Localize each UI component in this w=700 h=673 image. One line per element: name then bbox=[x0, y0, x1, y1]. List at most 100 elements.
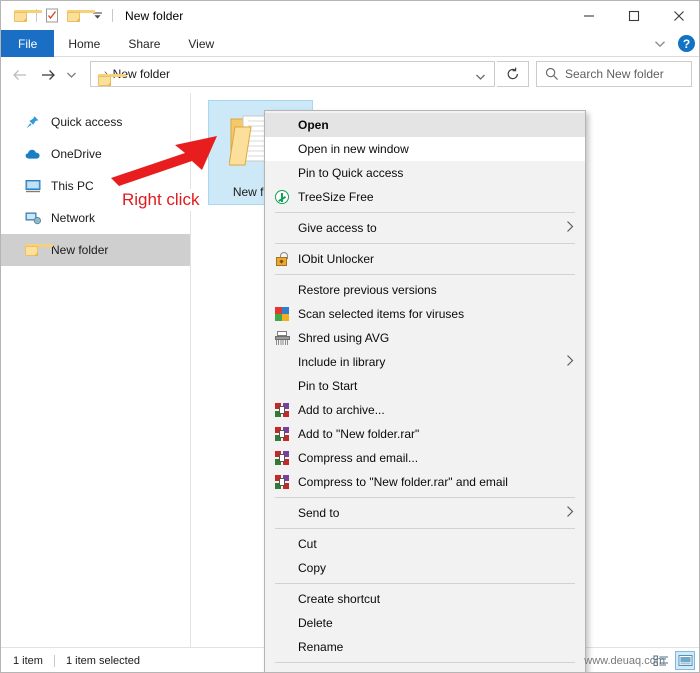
divider bbox=[53, 654, 55, 667]
menu-item-label: Pin to Quick access bbox=[298, 166, 404, 180]
menu-item-open[interactable]: Open bbox=[265, 113, 585, 137]
system-menu-folder-icon[interactable] bbox=[10, 5, 42, 27]
menu-separator bbox=[275, 528, 575, 529]
new-folder-icon[interactable] bbox=[63, 5, 95, 27]
padlock-icon bbox=[274, 251, 290, 267]
menu-item-label: Send to bbox=[298, 506, 340, 520]
back-button[interactable] bbox=[7, 61, 34, 89]
menu-item-iobit-unlocker[interactable]: IObit Unlocker bbox=[265, 247, 585, 271]
recent-locations-chevron-icon[interactable] bbox=[61, 61, 81, 89]
menu-item-label: Give access to bbox=[298, 221, 377, 235]
menu-item-treesize-free[interactable]: TreeSize Free bbox=[265, 185, 585, 209]
menu-item-label: Scan selected items for viruses bbox=[298, 307, 465, 321]
context-menu: Open Open in new window Pin to Quick acc… bbox=[264, 110, 586, 672]
winrar-icon bbox=[274, 402, 290, 418]
menu-item-add-to-archive[interactable]: Add to archive... bbox=[265, 398, 585, 422]
shredder-icon bbox=[274, 330, 290, 346]
chevron-down-icon[interactable] bbox=[652, 36, 668, 52]
menu-item-rename[interactable]: Rename bbox=[265, 635, 585, 659]
menu-separator bbox=[275, 212, 575, 213]
red-arrow-icon bbox=[111, 136, 217, 186]
search-input[interactable]: Search New folder bbox=[565, 67, 664, 81]
properties-checklist-icon[interactable] bbox=[40, 5, 63, 27]
ribbon-tabs: File Home Share View bbox=[1, 30, 699, 57]
menu-item-label: Open bbox=[298, 118, 329, 132]
menu-item-label: Include in library bbox=[298, 355, 386, 369]
large-icons-view-icon[interactable] bbox=[675, 651, 695, 670]
menu-separator bbox=[275, 662, 575, 663]
menu-item-label: Compress and email... bbox=[298, 451, 419, 465]
winrar-icon bbox=[274, 450, 290, 466]
file-explorer-window: New folder File Home Share View ? New fo… bbox=[0, 0, 700, 673]
menu-item-label: Open in new window bbox=[298, 142, 409, 156]
cloud-icon bbox=[25, 146, 43, 162]
menu-item-label: Add to "New folder.rar" bbox=[298, 427, 420, 441]
monitor-icon bbox=[25, 178, 43, 194]
menu-item-label: Create shortcut bbox=[298, 592, 381, 606]
menu-item-properties[interactable]: Properties bbox=[265, 666, 585, 672]
menu-item-label: Compress to "New folder.rar" and email bbox=[298, 475, 508, 489]
title-bar: New folder bbox=[1, 1, 699, 30]
menu-item-compress-to-named-rar-and-email[interactable]: Compress to "New folder.rar" and email bbox=[265, 470, 585, 494]
customize-quick-access-chevron-icon[interactable] bbox=[86, 5, 109, 27]
menu-item-pin-to-start[interactable]: Pin to Start bbox=[265, 374, 585, 398]
menu-item-label: Add to archive... bbox=[298, 403, 385, 417]
menu-item-send-to[interactable]: Send to bbox=[265, 501, 585, 525]
menu-separator bbox=[275, 583, 575, 584]
divider bbox=[112, 9, 113, 22]
help-icon[interactable]: ? bbox=[678, 35, 695, 52]
menu-item-label: TreeSize Free bbox=[298, 190, 374, 204]
menu-item-delete[interactable]: Delete bbox=[265, 611, 585, 635]
menu-item-include-in-library[interactable]: Include in library bbox=[265, 350, 585, 374]
maximize-button[interactable] bbox=[611, 1, 656, 30]
chevron-right-icon bbox=[566, 506, 574, 521]
sidebar-item-new-folder[interactable]: New folder bbox=[1, 234, 190, 266]
avg-shield-icon bbox=[274, 306, 290, 322]
sidebar-item-label: This PC bbox=[51, 179, 94, 193]
menu-item-open-in-new-window[interactable]: Open in new window bbox=[265, 137, 585, 161]
tab-home[interactable]: Home bbox=[54, 30, 114, 57]
sidebar-item-label: New folder bbox=[51, 243, 109, 257]
menu-item-create-shortcut[interactable]: Create shortcut bbox=[265, 587, 585, 611]
menu-item-give-access-to[interactable]: Give access to bbox=[265, 216, 585, 240]
menu-item-copy[interactable]: Copy bbox=[265, 556, 585, 580]
chevron-right-icon bbox=[566, 355, 574, 370]
window-controls bbox=[566, 1, 699, 30]
address-bar[interactable]: › New folder bbox=[90, 61, 495, 87]
search-box[interactable]: Search New folder bbox=[536, 61, 692, 87]
menu-separator bbox=[275, 243, 575, 244]
menu-item-label: Restore previous versions bbox=[298, 283, 437, 297]
menu-item-label: Copy bbox=[298, 561, 327, 575]
status-selection: 1 item selected bbox=[65, 654, 140, 667]
winrar-icon bbox=[274, 426, 290, 442]
tab-view[interactable]: View bbox=[174, 30, 228, 57]
sidebar-item-label: Network bbox=[51, 211, 96, 225]
menu-item-shred-using-avg[interactable]: Shred using AVG bbox=[265, 326, 585, 350]
status-item-count: 1 item bbox=[13, 654, 43, 667]
menu-item-restore-previous-versions[interactable]: Restore previous versions bbox=[265, 278, 585, 302]
minimize-button[interactable] bbox=[566, 1, 611, 30]
tab-file[interactable]: File bbox=[1, 30, 55, 57]
forward-button[interactable] bbox=[34, 61, 61, 89]
ribbon-right-controls: ? bbox=[652, 30, 695, 57]
menu-item-compress-and-email[interactable]: Compress and email... bbox=[265, 446, 585, 470]
menu-item-pin-to-quick-access[interactable]: Pin to Quick access bbox=[265, 161, 585, 185]
menu-item-scan-for-viruses[interactable]: Scan selected items for viruses bbox=[265, 302, 585, 326]
menu-item-label: Shred using AVG bbox=[298, 331, 390, 345]
ribbon-tab-bar: File Home Share View ? bbox=[1, 30, 699, 57]
sidebar-item-label: Quick access bbox=[51, 115, 123, 129]
address-dropdown-chevron-icon[interactable] bbox=[475, 68, 486, 86]
menu-item-label: IObit Unlocker bbox=[298, 252, 375, 266]
menu-item-add-to-named-rar[interactable]: Add to "New folder.rar" bbox=[265, 422, 585, 446]
folder-icon bbox=[25, 242, 53, 258]
menu-item-cut[interactable]: Cut bbox=[265, 532, 585, 556]
chevron-right-icon bbox=[566, 221, 574, 236]
window-title: New folder bbox=[125, 8, 184, 23]
pin-star-icon bbox=[25, 114, 43, 130]
menu-separator bbox=[275, 274, 575, 275]
tab-share[interactable]: Share bbox=[114, 30, 174, 57]
search-icon bbox=[545, 67, 559, 81]
refresh-button[interactable] bbox=[497, 61, 529, 87]
close-button[interactable] bbox=[656, 1, 699, 30]
treesize-icon bbox=[274, 189, 290, 205]
